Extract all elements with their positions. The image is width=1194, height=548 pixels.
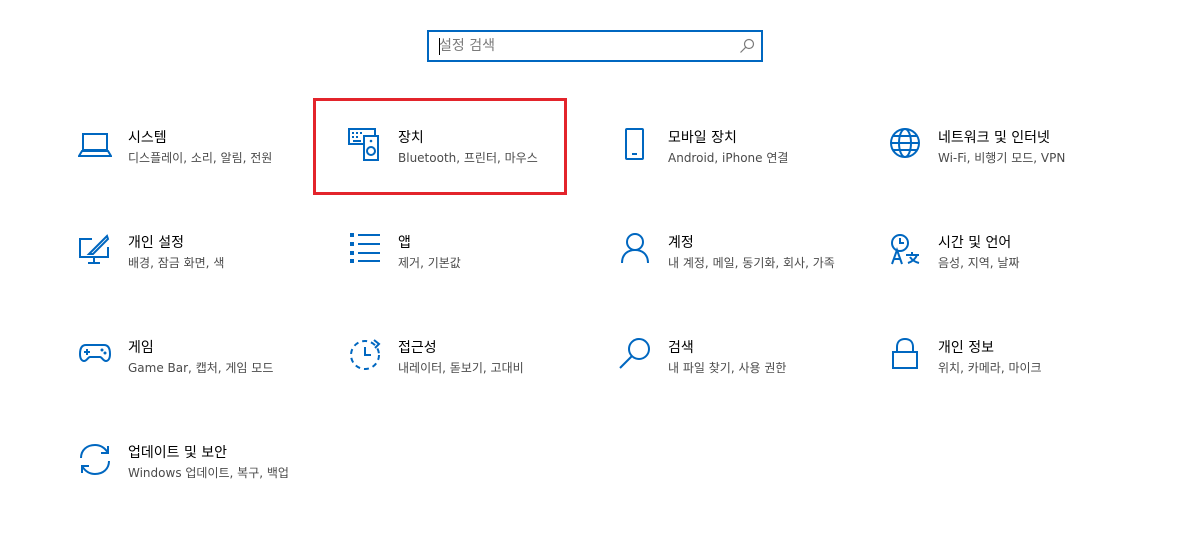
category-personalization[interactable]: 개인 설정 배경, 잠금 화면, 색: [78, 233, 318, 303]
category-title: 장치: [398, 130, 424, 146]
category-title: 개인 정보: [938, 340, 994, 356]
phone-icon: [618, 128, 652, 162]
category-title: 업데이트 및 보안: [128, 445, 228, 461]
category-description: 배경, 잠금 화면, 색: [128, 256, 225, 270]
category-description: 내 파일 찾기, 사용 권한: [668, 361, 787, 375]
magnifier-icon: [618, 338, 652, 372]
category-system[interactable]: 시스템 디스플레이, 소리, 알림, 전원: [78, 128, 318, 198]
category-title: 검색: [668, 340, 694, 356]
category-apps[interactable]: 앱 제거, 기본값: [348, 233, 588, 303]
category-title: 앱: [398, 235, 411, 251]
sync-icon: [78, 443, 112, 477]
category-description: 제거, 기본값: [398, 256, 461, 270]
search-box[interactable]: [427, 30, 763, 62]
category-title: 시스템: [128, 130, 167, 146]
text-caret: [439, 38, 440, 55]
category-description: Windows 업데이트, 복구, 백업: [128, 466, 289, 480]
category-title: 게임: [128, 340, 154, 356]
accessibility-icon: [348, 338, 382, 372]
category-title: 시간 및 언어: [938, 235, 1012, 251]
category-search[interactable]: 검색 내 파일 찾기, 사용 권한: [618, 338, 858, 408]
apps-list-icon: [348, 233, 382, 267]
category-description: 디스플레이, 소리, 알림, 전원: [128, 151, 273, 165]
category-description: Android, iPhone 연결: [668, 151, 789, 165]
category-description: 위치, 카메라, 마이크: [938, 361, 1042, 375]
category-description: Game Bar, 캡처, 게임 모드: [128, 361, 274, 375]
category-gaming[interactable]: 게임 Game Bar, 캡처, 게임 모드: [78, 338, 318, 408]
personalization-icon: [78, 233, 112, 267]
category-title: 개인 설정: [128, 235, 184, 251]
category-time-language[interactable]: 시간 및 언어 음성, 지역, 날짜: [888, 233, 1128, 303]
category-title: 접근성: [398, 340, 437, 356]
category-accounts[interactable]: 계정 내 계정, 메일, 동기화, 회사, 가족: [618, 233, 858, 303]
category-description: 내 계정, 메일, 동기화, 회사, 가족: [668, 256, 835, 270]
category-title: 네트워크 및 인터넷: [938, 130, 1050, 146]
category-update-security[interactable]: 업데이트 및 보안 Windows 업데이트, 복구, 백업: [78, 443, 318, 513]
category-description: 음성, 지역, 날짜: [938, 256, 1020, 270]
category-description: 내레이터, 돋보기, 고대비: [398, 361, 524, 375]
category-network[interactable]: 네트워크 및 인터넷 Wi-Fi, 비행기 모드, VPN: [888, 128, 1128, 198]
category-devices[interactable]: 장치 Bluetooth, 프린터, 마우스: [348, 128, 588, 198]
lock-icon: [888, 338, 922, 372]
time-language-icon: [888, 233, 922, 267]
search-icon[interactable]: [739, 38, 755, 54]
laptop-icon: [78, 128, 112, 162]
category-title: 모바일 장치: [668, 130, 737, 146]
category-accessibility[interactable]: 접근성 내레이터, 돋보기, 고대비: [348, 338, 588, 408]
category-description: Wi-Fi, 비행기 모드, VPN: [938, 151, 1066, 165]
search-input[interactable]: [429, 32, 739, 60]
category-mobile-devices[interactable]: 모바일 장치 Android, iPhone 연결: [618, 128, 858, 198]
category-privacy[interactable]: 개인 정보 위치, 카메라, 마이크: [888, 338, 1128, 408]
category-title: 계정: [668, 235, 694, 251]
devices-icon: [348, 128, 382, 162]
person-icon: [618, 233, 652, 267]
globe-icon: [888, 128, 922, 162]
gamepad-icon: [78, 338, 112, 372]
category-description: Bluetooth, 프린터, 마우스: [398, 151, 538, 165]
